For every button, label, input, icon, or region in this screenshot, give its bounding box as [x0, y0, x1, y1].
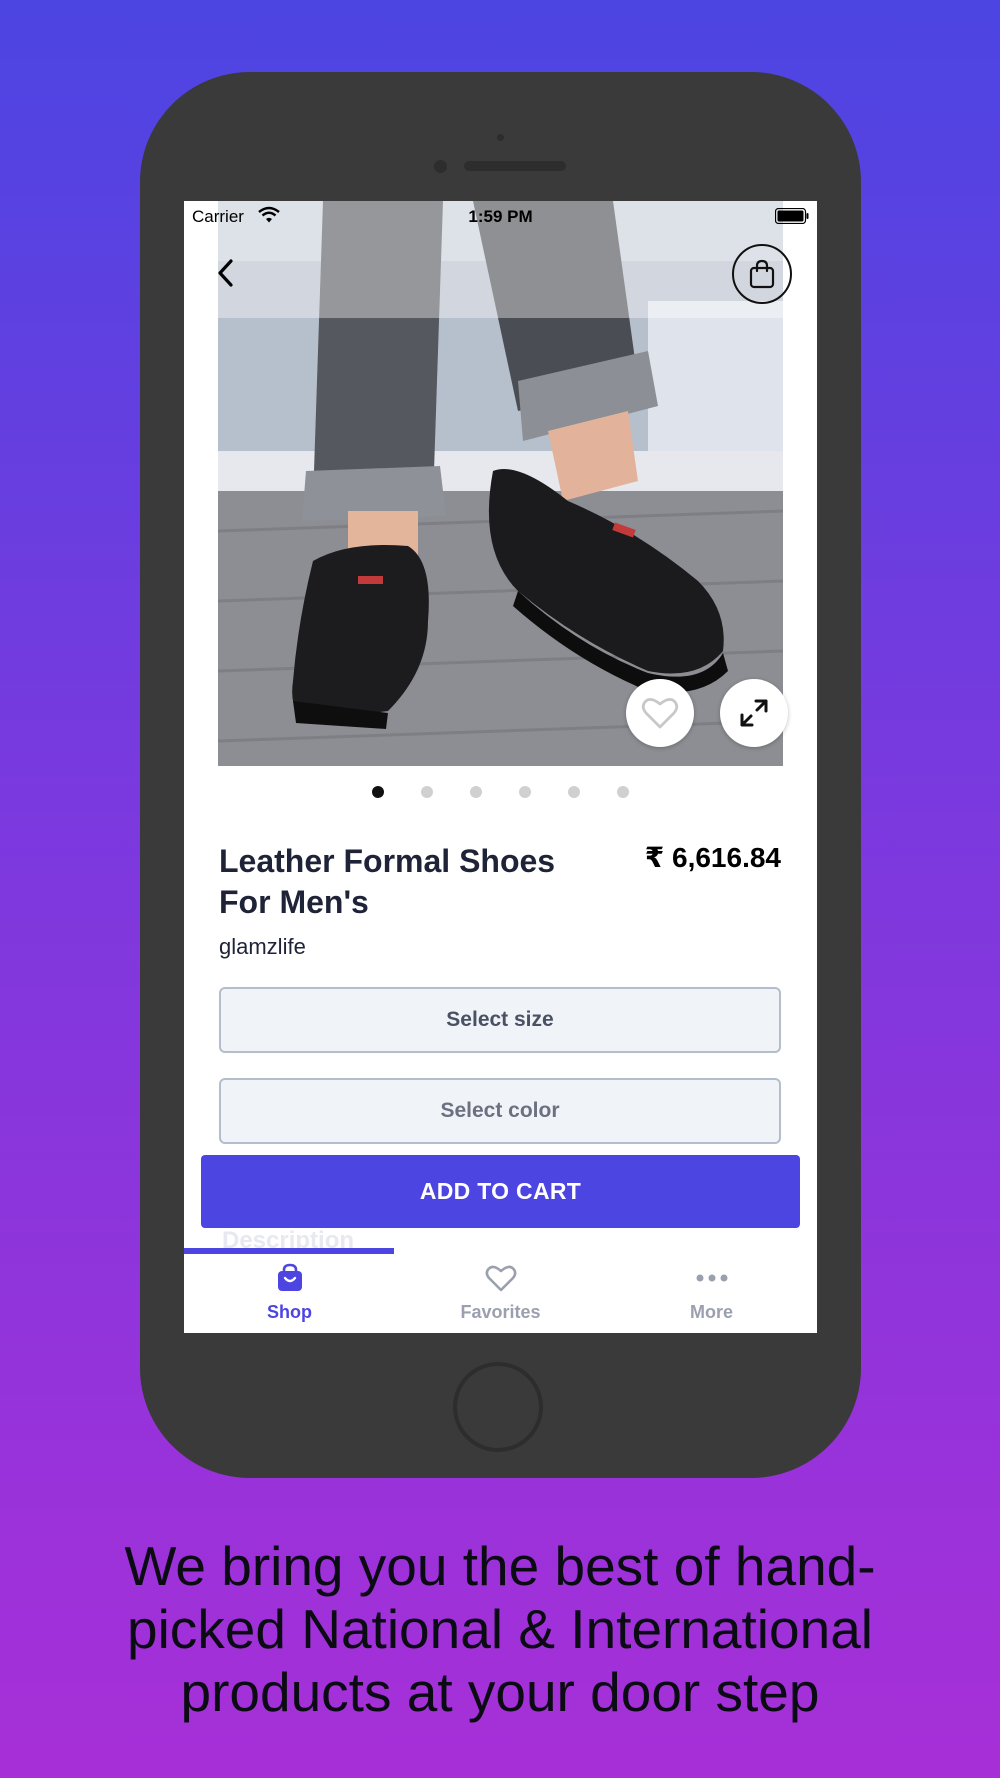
expand-image-button[interactable]: [720, 679, 788, 747]
pagination-dot[interactable]: [372, 786, 384, 798]
favorite-button[interactable]: [626, 679, 694, 747]
expand-icon: [740, 699, 768, 727]
image-pagination: [184, 786, 817, 800]
camera-dot: [497, 134, 504, 141]
status-time: 1:59 PM: [468, 207, 533, 226]
pagination-dot[interactable]: [519, 786, 531, 798]
select-size-button[interactable]: Select size: [219, 987, 781, 1053]
shopping-bag-icon: [749, 259, 775, 289]
tab-shop[interactable]: Shop: [184, 1254, 395, 1333]
add-to-cart-button[interactable]: ADD TO CART: [201, 1155, 800, 1228]
cart-button[interactable]: [732, 244, 792, 304]
brand-name[interactable]: glamzlife: [219, 934, 306, 960]
pagination-dot[interactable]: [421, 786, 433, 798]
product-title: Leather Formal Shoes For Men's: [219, 843, 556, 920]
more-dots-icon: [695, 1262, 729, 1294]
description-heading-text: Description: [222, 1227, 355, 1250]
status-bar: Carrier 1:59 PM: [184, 201, 817, 231]
pagination-dot[interactable]: [617, 786, 629, 798]
heart-icon: [484, 1262, 518, 1294]
tab-more[interactable]: More: [606, 1254, 817, 1333]
pagination-dot[interactable]: [568, 786, 580, 798]
app-screen: Carrier 1:59 PM Leather Formal Shoes For…: [184, 201, 817, 1333]
tab-favorites-label: Favorites: [460, 1302, 541, 1322]
tab-favorites[interactable]: Favorites: [395, 1254, 606, 1333]
heart-outline-icon: [641, 698, 679, 729]
chevron-left-icon: [218, 259, 233, 287]
pagination-dot[interactable]: [470, 786, 482, 798]
description-heading: Description: [222, 1227, 355, 1250]
tab-more-label: More: [689, 1302, 733, 1322]
sensor-dot: [434, 160, 447, 173]
product-price: ₹ 6,616.84: [644, 842, 781, 873]
home-button[interactable]: [453, 1362, 543, 1452]
bottom-tab-bar: Shop Favorites More: [184, 1254, 817, 1333]
select-color-button[interactable]: Select color: [219, 1078, 781, 1144]
back-button[interactable]: [208, 253, 248, 293]
battery-icon: [775, 208, 809, 224]
tab-shop-label: Shop: [267, 1302, 312, 1322]
speaker-grille: [464, 161, 566, 171]
marketing-caption: We bring you the best of hand-picked Nat…: [124, 1535, 876, 1723]
shopping-bag-icon: [273, 1262, 307, 1294]
